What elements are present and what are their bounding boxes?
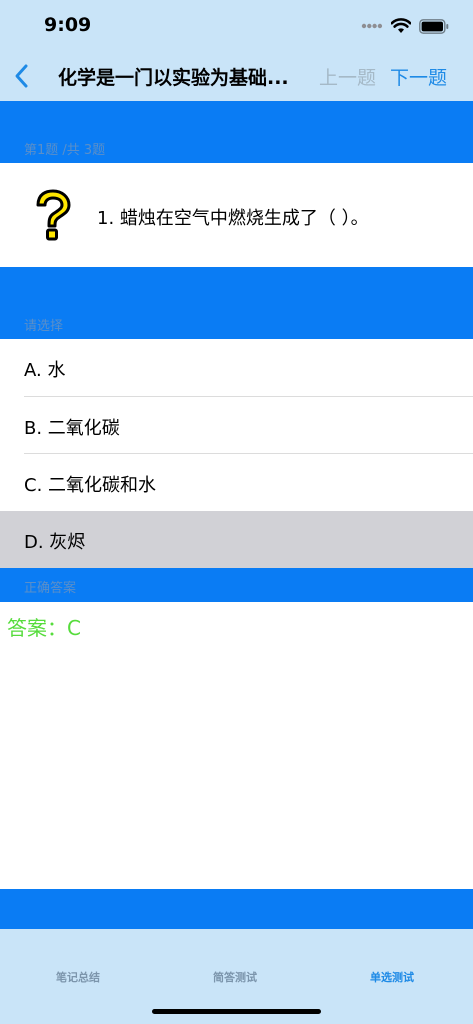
home-indicator (152, 1009, 321, 1014)
answer-text: 答案：C (7, 616, 81, 640)
tab-notes-summary[interactable]: 笔记总结 (56, 969, 100, 985)
option-d[interactable]: D. 灰烬 (0, 511, 473, 568)
prev-question-button[interactable]: 上一题 (319, 63, 376, 90)
question-mark-icon (36, 189, 71, 241)
nav-bar: 化学是一门以实验为基础... 上一题 下一题 (0, 50, 473, 101)
tab-single-choice-test[interactable]: 单选测试 (370, 969, 414, 985)
progress-band: 第1题 /共 3题 (0, 101, 473, 163)
status-icons (361, 16, 449, 36)
back-button[interactable] (10, 62, 36, 90)
next-question-button[interactable]: 下一题 (390, 63, 447, 90)
option-b[interactable]: B. 二氧化碳 (0, 397, 473, 454)
wifi-icon (391, 18, 411, 33)
option-text: B. 二氧化碳 (24, 418, 120, 439)
battery-icon (419, 18, 449, 34)
option-c[interactable]: C. 二氧化碳和水 (0, 454, 473, 511)
tab-short-answer-test[interactable]: 简答测试 (213, 969, 257, 985)
question-card: 1. 蜡烛在空气中燃烧生成了（ ）。 (0, 163, 473, 267)
status-bar: 9:09 (0, 0, 473, 50)
signal-dots-icon (361, 23, 383, 29)
chevron-left-icon (15, 64, 28, 88)
correct-label: 正确答案 (24, 581, 77, 596)
page-title: 化学是一门以实验为基础... (58, 67, 289, 89)
bottom-band (0, 889, 473, 929)
option-text: A. 水 (24, 360, 66, 381)
option-text: C. 二氧化碳和水 (24, 475, 157, 496)
status-time: 9:09 (44, 14, 92, 36)
progress-label: 第1题 /共 3题 (24, 143, 106, 158)
choose-label: 请选择 (24, 319, 64, 334)
correct-band: 正确答案 (0, 568, 473, 602)
option-a[interactable]: A. 水 (0, 339, 473, 396)
option-text: D. 灰烬 (24, 532, 86, 553)
question-text: 1. 蜡烛在空气中燃烧生成了（ ）。 (97, 208, 369, 229)
choose-band: 请选择 (0, 267, 473, 339)
